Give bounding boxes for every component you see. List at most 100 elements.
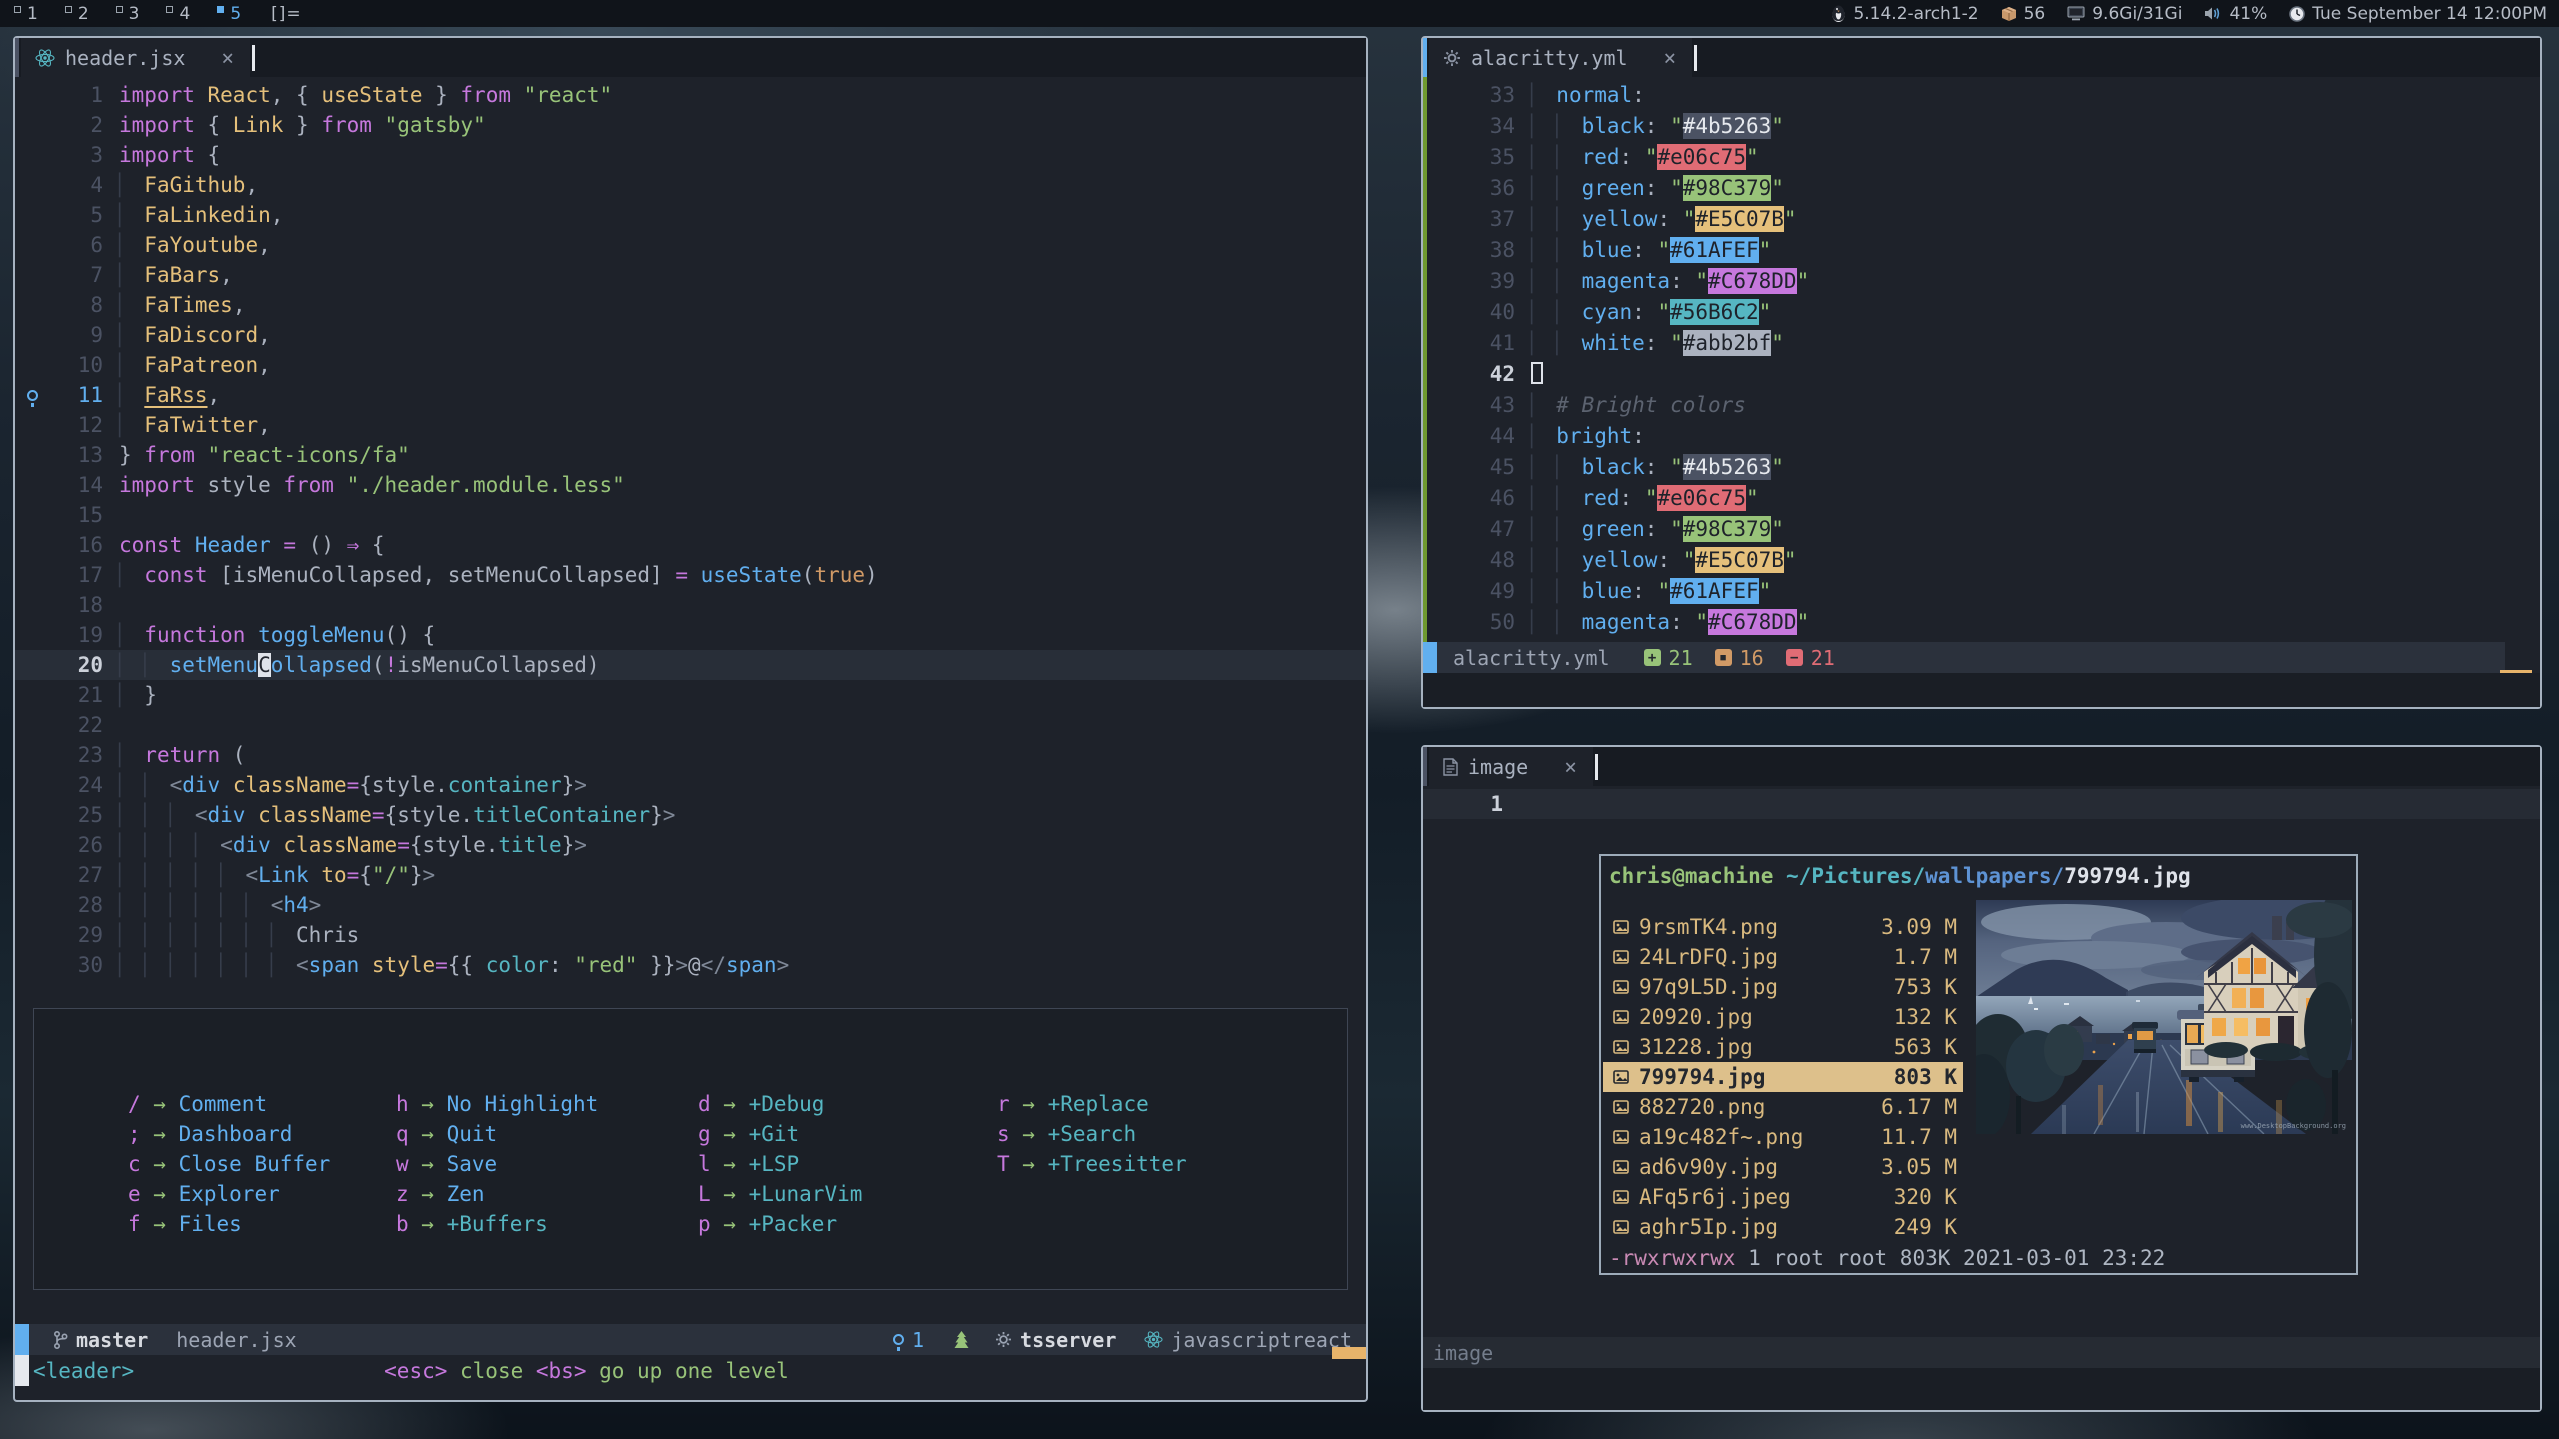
- code-line-48[interactable]: 48▏ ▏ yellow: "#E5C07B": [1427, 545, 2540, 576]
- tab-close-icon[interactable]: ×: [1664, 46, 1677, 70]
- code-line-35[interactable]: 35▏ ▏ red: "#e06c75": [1427, 142, 2540, 173]
- file-row-9rsmTK4.png[interactable]: 9rsmTK4.png3.09 M: [1603, 912, 1963, 942]
- sign-column: [1427, 421, 1461, 452]
- file-row-ad6v90y.jpg[interactable]: ad6v90y.jpg3.05 M: [1603, 1152, 1963, 1182]
- whichkey-binding-d[interactable]: d → +Debug: [609, 1089, 909, 1119]
- whichkey-binding-h[interactable]: h → No Highlight: [304, 1089, 609, 1119]
- layout-symbol[interactable]: []=: [271, 4, 302, 24]
- code-line-30[interactable]: 30▏ ▏ ▏ ▏ ▏ ▏ ▏ <span style={{ color: "r…: [15, 950, 1366, 980]
- code-area-alacritty-yml[interactable]: 33▏ normal:34▏ ▏ black: "#4b5263"35▏ ▏ r…: [1427, 80, 2540, 638]
- code-line-21[interactable]: 21▏ }: [15, 680, 1366, 710]
- code-line-47[interactable]: 47▏ ▏ green: "#98C379": [1427, 514, 2540, 545]
- code-line-45[interactable]: 45▏ ▏ black: "#4b5263": [1427, 452, 2540, 483]
- whichkey-binding-q[interactable]: q → Quit: [304, 1119, 609, 1149]
- whichkey-binding-/[interactable]: / → Comment: [34, 1089, 304, 1119]
- code-line-29[interactable]: 29▏ ▏ ▏ ▏ ▏ ▏ ▏ Chris: [15, 920, 1366, 950]
- code-line-11[interactable]: 11▏ FaRss,: [15, 380, 1366, 410]
- code-line-41[interactable]: 41▏ ▏ white: "#abb2bf": [1427, 328, 2540, 359]
- code-line-43[interactable]: 43▏ # Bright colors: [1427, 390, 2540, 421]
- code-line-33[interactable]: 33▏ normal:: [1427, 80, 2540, 111]
- workspace-1[interactable]: 1: [14, 4, 38, 24]
- file-row-97q9L5D.jpg[interactable]: 97q9L5D.jpg753 K: [1603, 972, 1963, 1002]
- code-line-44[interactable]: 44▏ bright:: [1427, 421, 2540, 452]
- whichkey-binding-f[interactable]: f → Files: [34, 1209, 304, 1239]
- code-line-1[interactable]: 1import React, { useState } from "react": [15, 80, 1366, 110]
- workspace-5-active[interactable]: 5: [217, 4, 241, 24]
- whichkey-binding-;[interactable]: ; → Dashboard: [34, 1119, 304, 1149]
- whichkey-binding-w[interactable]: w → Save: [304, 1149, 609, 1179]
- code-area-header-jsx[interactable]: 1import React, { useState } from "react"…: [15, 80, 1366, 980]
- code-line-7[interactable]: 7▏ FaBars,: [15, 260, 1366, 290]
- code-line-8[interactable]: 8▏ FaTimes,: [15, 290, 1366, 320]
- file-row-aghr5Ip.jpg[interactable]: aghr5Ip.jpg249 K: [1603, 1212, 1963, 1242]
- code-line-49[interactable]: 49▏ ▏ blue: "#61AFEF": [1427, 576, 2540, 607]
- code-line-37[interactable]: 37▏ ▏ yellow: "#E5C07B": [1427, 204, 2540, 235]
- code-line-4[interactable]: 4▏ FaGithub,: [15, 170, 1366, 200]
- whichkey-binding-b[interactable]: b → +Buffers: [304, 1209, 609, 1239]
- file-row-20920.jpg[interactable]: 20920.jpg132 K: [1603, 1002, 1963, 1032]
- code-line-40[interactable]: 40▏ ▏ cyan: "#56B6C2": [1427, 297, 2540, 328]
- code-line-9[interactable]: 9▏ FaDiscord,: [15, 320, 1366, 350]
- code-line-13[interactable]: 13} from "react-icons/fa": [15, 440, 1366, 470]
- file-row-882720.png[interactable]: 882720.png6.17 M: [1603, 1092, 1963, 1122]
- git-branch-label[interactable]: master: [76, 1328, 148, 1352]
- whichkey-binding-z[interactable]: z → Zen: [304, 1179, 609, 1209]
- command-line[interactable]: <leader> <esc> close <bs> go up one leve…: [15, 1355, 1366, 1386]
- code-line-6[interactable]: 6▏ FaYoutube,: [15, 230, 1366, 260]
- code-line-15[interactable]: 15: [15, 500, 1366, 530]
- whichkey-binding-s[interactable]: s → +Search: [909, 1119, 1347, 1149]
- whichkey-binding-p[interactable]: p → +Packer: [609, 1209, 909, 1239]
- token: >: [675, 953, 688, 977]
- code-line-38[interactable]: 38▏ ▏ blue: "#61AFEF": [1427, 235, 2540, 266]
- code-line-10[interactable]: 10▏ FaPatreon,: [15, 350, 1366, 380]
- code-line-23[interactable]: 23▏ return (: [15, 740, 1366, 770]
- whichkey-binding-L[interactable]: L → +LunarVim: [609, 1179, 909, 1209]
- workspace-2[interactable]: 2: [65, 4, 89, 24]
- token: ,: [271, 203, 284, 227]
- workspace-4[interactable]: 4: [166, 4, 190, 24]
- tab-header-jsx[interactable]: header.jsx ×: [21, 38, 250, 77]
- whichkey-binding-l[interactable]: l → +LSP: [609, 1149, 909, 1179]
- whichkey-binding-c[interactable]: c → Close Buffer: [34, 1149, 304, 1179]
- code-line-12[interactable]: 12▏ FaTwitter,: [15, 410, 1366, 440]
- whichkey-binding-g[interactable]: g → +Git: [609, 1119, 909, 1149]
- code-line-20[interactable]: 20▏ ▏ setMenuCollapsed(!isMenuCollapsed): [15, 650, 1366, 680]
- code-line-28[interactable]: 28▏ ▏ ▏ ▏ ▏ ▏ <h4>: [15, 890, 1366, 920]
- file-row-a19c482f~.png[interactable]: a19c482f~.png11.7 M: [1603, 1122, 1963, 1152]
- code-line-27[interactable]: 27▏ ▏ ▏ ▏ ▏ <Link to={"/"}>: [15, 860, 1366, 890]
- code-line-36[interactable]: 36▏ ▏ green: "#98C379": [1427, 173, 2540, 204]
- whichkey-binding-e[interactable]: e → Explorer: [34, 1179, 304, 1209]
- whichkey-binding-r[interactable]: r → +Replace: [909, 1089, 1347, 1119]
- file-row-799794.jpg[interactable]: 799794.jpg803 K: [1603, 1062, 1963, 1092]
- tab-image[interactable]: image ×: [1429, 747, 1593, 786]
- code-line-26[interactable]: 26▏ ▏ ▏ ▏ <div className={style.title}>: [15, 830, 1366, 860]
- code-line-3[interactable]: 3import {: [15, 140, 1366, 170]
- token: "react": [524, 83, 613, 107]
- code-line-22[interactable]: 22: [15, 710, 1366, 740]
- code-line-34[interactable]: 34▏ ▏ black: "#4b5263": [1427, 111, 2540, 142]
- tab-alacritty-yml[interactable]: alacritty.yml ×: [1429, 38, 1692, 77]
- code-line-42[interactable]: 42: [1427, 359, 2540, 390]
- token: }: [422, 83, 460, 107]
- code-line-19[interactable]: 19▏ function toggleMenu() {: [15, 620, 1366, 650]
- line-text: ▏ function toggleMenu() {: [103, 620, 435, 650]
- code-line-5[interactable]: 5▏ FaLinkedin,: [15, 200, 1366, 230]
- file-row-31228.jpg[interactable]: 31228.jpg563 K: [1603, 1032, 1963, 1062]
- code-line-24[interactable]: 24▏ ▏ <div className={style.container}>: [15, 770, 1366, 800]
- code-line-18[interactable]: 18: [15, 590, 1366, 620]
- code-line-25[interactable]: 25▏ ▏ ▏ <div className={style.titleConta…: [15, 800, 1366, 830]
- tab-close-icon[interactable]: ×: [1564, 755, 1577, 779]
- code-line-16[interactable]: 16const Header = () ⇒ {: [15, 530, 1366, 560]
- code-line-17[interactable]: 17▏ const [isMenuCollapsed, setMenuColla…: [15, 560, 1366, 590]
- code-line-2[interactable]: 2import { Link } from "gatsby": [15, 110, 1366, 140]
- file-row-AFq5r6j.jpeg[interactable]: AFq5r6j.jpeg320 K: [1603, 1182, 1963, 1212]
- file-row-24LrDFQ.jpg[interactable]: 24LrDFQ.jpg1.7 M: [1603, 942, 1963, 972]
- code-line-14[interactable]: 14import style from "./header.module.les…: [15, 470, 1366, 500]
- tab-close-icon[interactable]: ×: [221, 46, 234, 70]
- code-line-46[interactable]: 46▏ ▏ red: "#e06c75": [1427, 483, 2540, 514]
- workspace-3[interactable]: 3: [116, 4, 140, 24]
- code-line-50[interactable]: 50▏ ▏ magenta: "#C678DD": [1427, 607, 2540, 638]
- whichkey-binding-T[interactable]: T → +Treesitter: [909, 1149, 1347, 1179]
- token: }: [562, 833, 575, 857]
- code-line-39[interactable]: 39▏ ▏ magenta: "#C678DD": [1427, 266, 2540, 297]
